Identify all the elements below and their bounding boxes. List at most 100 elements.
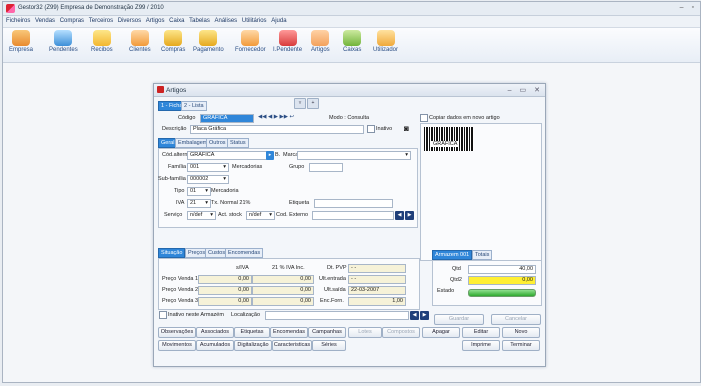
prev-icon[interactable]: ◀ [395,211,404,220]
toolbar-ipendente-button[interactable]: I.Pendente [273,30,302,53]
close-icon[interactable]: ✕ [534,87,540,94]
marca-field[interactable]: ▾ [297,151,411,160]
subfamilia-field[interactable]: 000002 ▾ [187,175,229,184]
next-icon[interactable]: ▶ [420,311,429,320]
tab-lista[interactable]: 2 - Lista [181,101,207,111]
iva-label: IVA [176,200,185,206]
toolbar-empresa-button[interactable]: Empresa [9,30,33,53]
preco2-siva[interactable]: 0,00 [198,286,252,295]
series-button[interactable]: Séries [312,340,346,351]
toolbar-clientes-button[interactable]: Clientes [129,30,151,53]
encforn-label: Enc.Forn. [320,298,344,304]
preco3-siva[interactable]: 0,00 [198,297,252,306]
toolbar-artigos-button[interactable]: Artigos [311,30,330,53]
tab-situacao[interactable]: Situação [158,248,186,258]
caracteristicas-button[interactable]: Caracteristicas [272,340,312,351]
codexterno-field[interactable] [312,211,394,220]
chevron-down-icon: ▾ [210,212,213,218]
servico-field[interactable]: n/def ▾ [187,211,216,220]
lotes-button[interactable]: Lotes [348,327,382,338]
menu-diversos[interactable]: Diversos [118,16,141,27]
actstock-field[interactable]: n/def ▾ [246,211,275,220]
lookup-icon[interactable]: ▸ [266,151,274,160]
inativo-checkbox[interactable] [367,125,375,133]
acumulados-button[interactable]: Acumulados [196,340,234,351]
preco1-siva[interactable]: 0,00 [198,275,252,284]
iva-field[interactable]: 21 ▾ [187,199,211,208]
camera-icon[interactable]: ◙ [404,124,409,133]
prev-icon[interactable]: ◀ [410,311,419,320]
familia-field[interactable]: 001 ▾ [187,163,229,172]
chevron-down-icon: ▾ [269,212,272,218]
minimize-icon[interactable]: – [680,4,684,11]
toolbar-fornecedor-button[interactable]: Fornecedor [235,30,266,53]
localizacao-field[interactable] [265,311,409,320]
record-navigation[interactable]: ◀◀ ◀ ▶ ▶▶ ↩ [258,114,294,120]
associados-button[interactable]: Associados [196,327,234,338]
copiar-label: Copiar dados em novo artigo [429,115,500,121]
dialog-icon [157,86,164,93]
terminar-button[interactable]: Terminar [502,340,540,351]
etiqueta-field[interactable] [314,199,393,208]
observacoes-button[interactable]: Observações [158,327,196,338]
menu-artigos[interactable]: Artigos [146,16,165,27]
barcode-image [424,127,474,151]
title-bar: Gestor32 (Z99) Empresa de Demonstração Z… [3,2,700,16]
encomendas-button[interactable]: Encomendas [270,327,308,338]
qtd2-field: 0,00 [468,276,536,285]
tipo-label: Tipo [174,188,185,194]
compostos-button[interactable]: Compostos [382,327,420,338]
etiquetas-button[interactable]: Etiquetas [234,327,270,338]
maximize-icon[interactable]: ▭ [520,87,527,94]
cancelar-button[interactable]: Cancelar [491,314,541,325]
novo-button[interactable]: Novo [502,327,540,338]
toolbar-pendentes-button[interactable]: Pendentes [49,30,78,53]
menu-utilitarios[interactable]: Utilitários [242,16,267,27]
guardar-button[interactable]: Guardar [434,314,484,325]
marca-code: B. [275,152,281,158]
estado-label: Estado [437,288,455,294]
tab-outros[interactable]: Outros [206,138,229,148]
menu-caixa[interactable]: Caixa [169,16,184,27]
imprime-button[interactable]: Imprime [462,340,500,351]
codigo-field[interactable]: GRÁFICA [200,114,254,123]
menu-compras[interactable]: Compras [60,16,84,27]
menu-tabelas[interactable]: Tabelas [189,16,210,27]
campanhas-button[interactable]: Campanhas [308,327,346,338]
toolbar-recibos-button[interactable]: Recibos [91,30,113,53]
menu-ficheiros[interactable]: Ficheiros [6,16,30,27]
expand-icon[interactable]: + [307,98,319,109]
cart-icon [164,30,183,46]
toolbar-utilizador-button[interactable]: Utilizador [373,30,398,53]
preco3-iva[interactable]: 0,00 [252,297,314,306]
grupo-field[interactable] [309,163,343,172]
preco1-iva[interactable]: 0,00 [252,275,314,284]
tab-armazem[interactable]: Armazem 001 [432,250,473,260]
tab-status[interactable]: Status [227,138,249,148]
toolbar-compras-button[interactable]: Compras [161,30,185,53]
preco2-iva[interactable]: 0,00 [252,286,314,295]
menu-vendas[interactable]: Vendas [35,16,55,27]
next-icon[interactable]: ▶ [405,211,414,220]
menu-ajuda[interactable]: Ajuda [271,16,286,27]
apagar-button[interactable]: Apagar [422,327,460,338]
descricao-field[interactable]: Placa Gráfica [190,125,364,134]
cod-altern-field[interactable]: GRÁFICA [187,151,267,160]
tab-totais[interactable]: Totais [472,250,493,260]
copiar-checkbox[interactable] [420,114,428,122]
editar-button[interactable]: Editar [462,327,500,338]
minimize-icon[interactable]: – [508,87,512,94]
inativo-armazem-checkbox[interactable] [159,311,167,319]
collapse-icon[interactable]: ▿ [294,98,306,109]
tab-encomendas[interactable]: Encomendas [225,248,264,258]
digitalizacao-button[interactable]: Digitalização [234,340,272,351]
menu-analises[interactable]: Análises [215,16,238,27]
toolbar-pagamento-button[interactable]: Pagamento [193,30,224,53]
maximize-icon[interactable]: ▫ [692,4,694,11]
movimentos-button[interactable]: Movimentos [158,340,196,351]
ultsaida-label: Ult.saída [324,287,346,293]
subfamilia-label: Sub-família [158,176,186,182]
menu-terceiros[interactable]: Terceiros [89,16,113,27]
toolbar-caixas-button[interactable]: Caixas [343,30,361,53]
tipo-field[interactable]: 01 ▾ [187,187,211,196]
